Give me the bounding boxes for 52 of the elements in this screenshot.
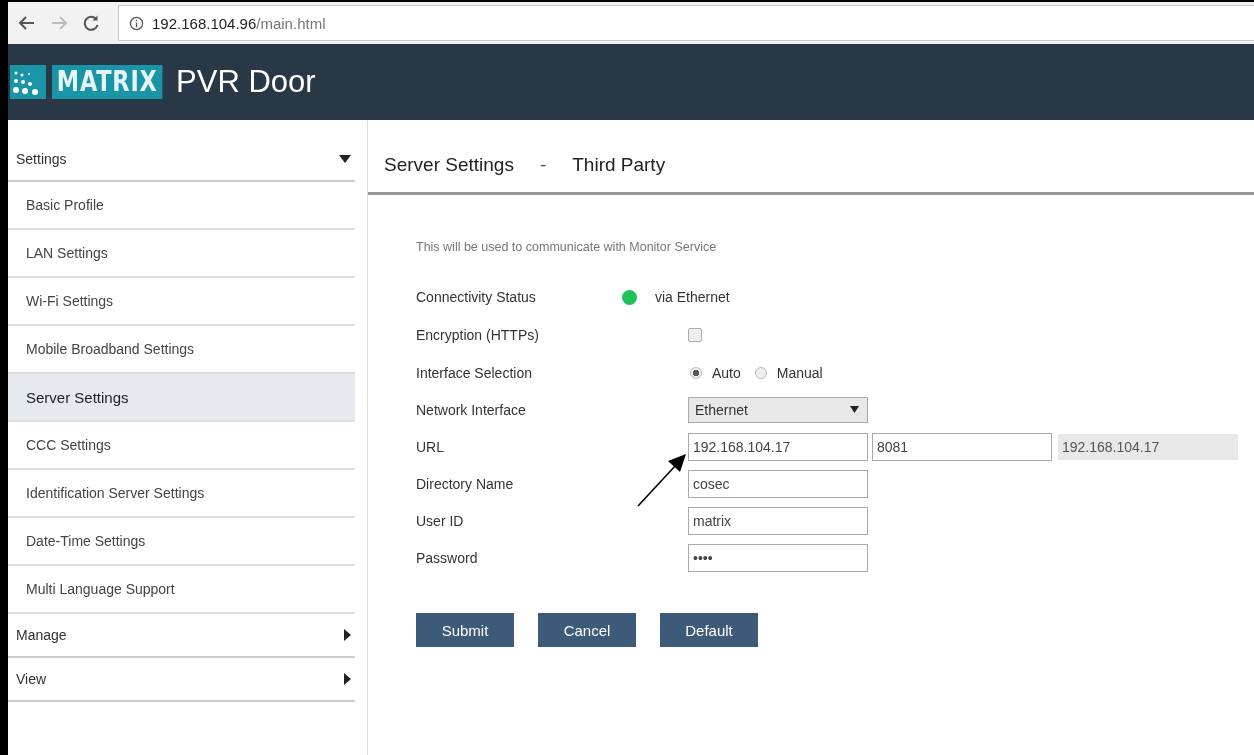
field-label: User ID [416, 512, 465, 529]
checkbox[interactable] [688, 328, 702, 342]
form-button[interactable]: Cancel [538, 613, 636, 647]
caret-down-icon [339, 155, 351, 163]
app-title: PVR Door [176, 64, 316, 100]
page-subtitle: Third Party [572, 154, 666, 176]
caret-right-icon [344, 629, 351, 641]
field-label: Password [416, 549, 479, 566]
field-label: Encryption (HTTPs) [416, 327, 540, 343]
form-button[interactable]: Default [660, 613, 758, 647]
sidebar-item[interactable]: Identification Server Settings [8, 470, 355, 518]
password-field[interactable]: •••• [688, 543, 868, 572]
sidebar-item[interactable]: Server Settings [8, 374, 355, 422]
annotation-arrow [636, 452, 688, 508]
radio-label[interactable]: Auto [712, 364, 741, 381]
description-text: This will be used to communicate with Monitor Service [416, 240, 718, 254]
menu-section[interactable]: View [8, 658, 355, 702]
logo-text: MATRIX [52, 65, 163, 99]
sidebar-item[interactable]: Date-Time Settings [8, 518, 355, 566]
radio-label[interactable]: Manual [776, 364, 823, 381]
address-bar[interactable]: 192.168.104.96/main.html [118, 5, 1254, 41]
field-label: Network Interface [416, 401, 527, 418]
field-label: URL [416, 438, 445, 455]
sidebar-item[interactable]: LAN Settings [8, 230, 355, 278]
menu-section[interactable]: Manage [8, 614, 355, 658]
reload-icon[interactable] [82, 14, 100, 32]
field-label: Connectivity Status [416, 289, 537, 305]
port-field[interactable]: 8081 [872, 432, 1052, 461]
sidebar-item[interactable]: CCC Settings [8, 422, 355, 470]
back-icon[interactable] [18, 15, 36, 31]
caret-down-icon [850, 406, 859, 413]
sidebar-item[interactable]: Wi-Fi Settings [8, 278, 355, 326]
text-field[interactable]: cosec [688, 469, 868, 498]
radio-button[interactable] [690, 366, 702, 379]
dots-logo-icon [10, 65, 46, 99]
page-title: Server Settings [384, 154, 514, 176]
sidebar-item[interactable]: Multi Language Support [8, 566, 355, 614]
radio-button[interactable] [754, 366, 767, 379]
network-interface-dropdown[interactable]: Ethernet [688, 396, 868, 423]
menu-section[interactable]: Settings [8, 138, 355, 182]
text-field[interactable]: matrix [688, 506, 868, 535]
info-icon[interactable] [129, 15, 144, 31]
sidebar-item[interactable]: Basic Profile [8, 182, 355, 230]
resolved-address-field: 192.168.104.17 [1058, 433, 1238, 460]
field-label: Directory Name [416, 475, 515, 492]
form-button[interactable]: Submit [416, 613, 514, 647]
status-text: via Ethernet [655, 289, 730, 305]
field-label: Interface Selection [416, 364, 533, 381]
title-separator: - [539, 154, 547, 176]
caret-right-icon [344, 673, 351, 685]
url-text: 192.168.104.96/main.html [152, 14, 326, 32]
url-field[interactable]: 192.168.104.17 [688, 432, 868, 461]
